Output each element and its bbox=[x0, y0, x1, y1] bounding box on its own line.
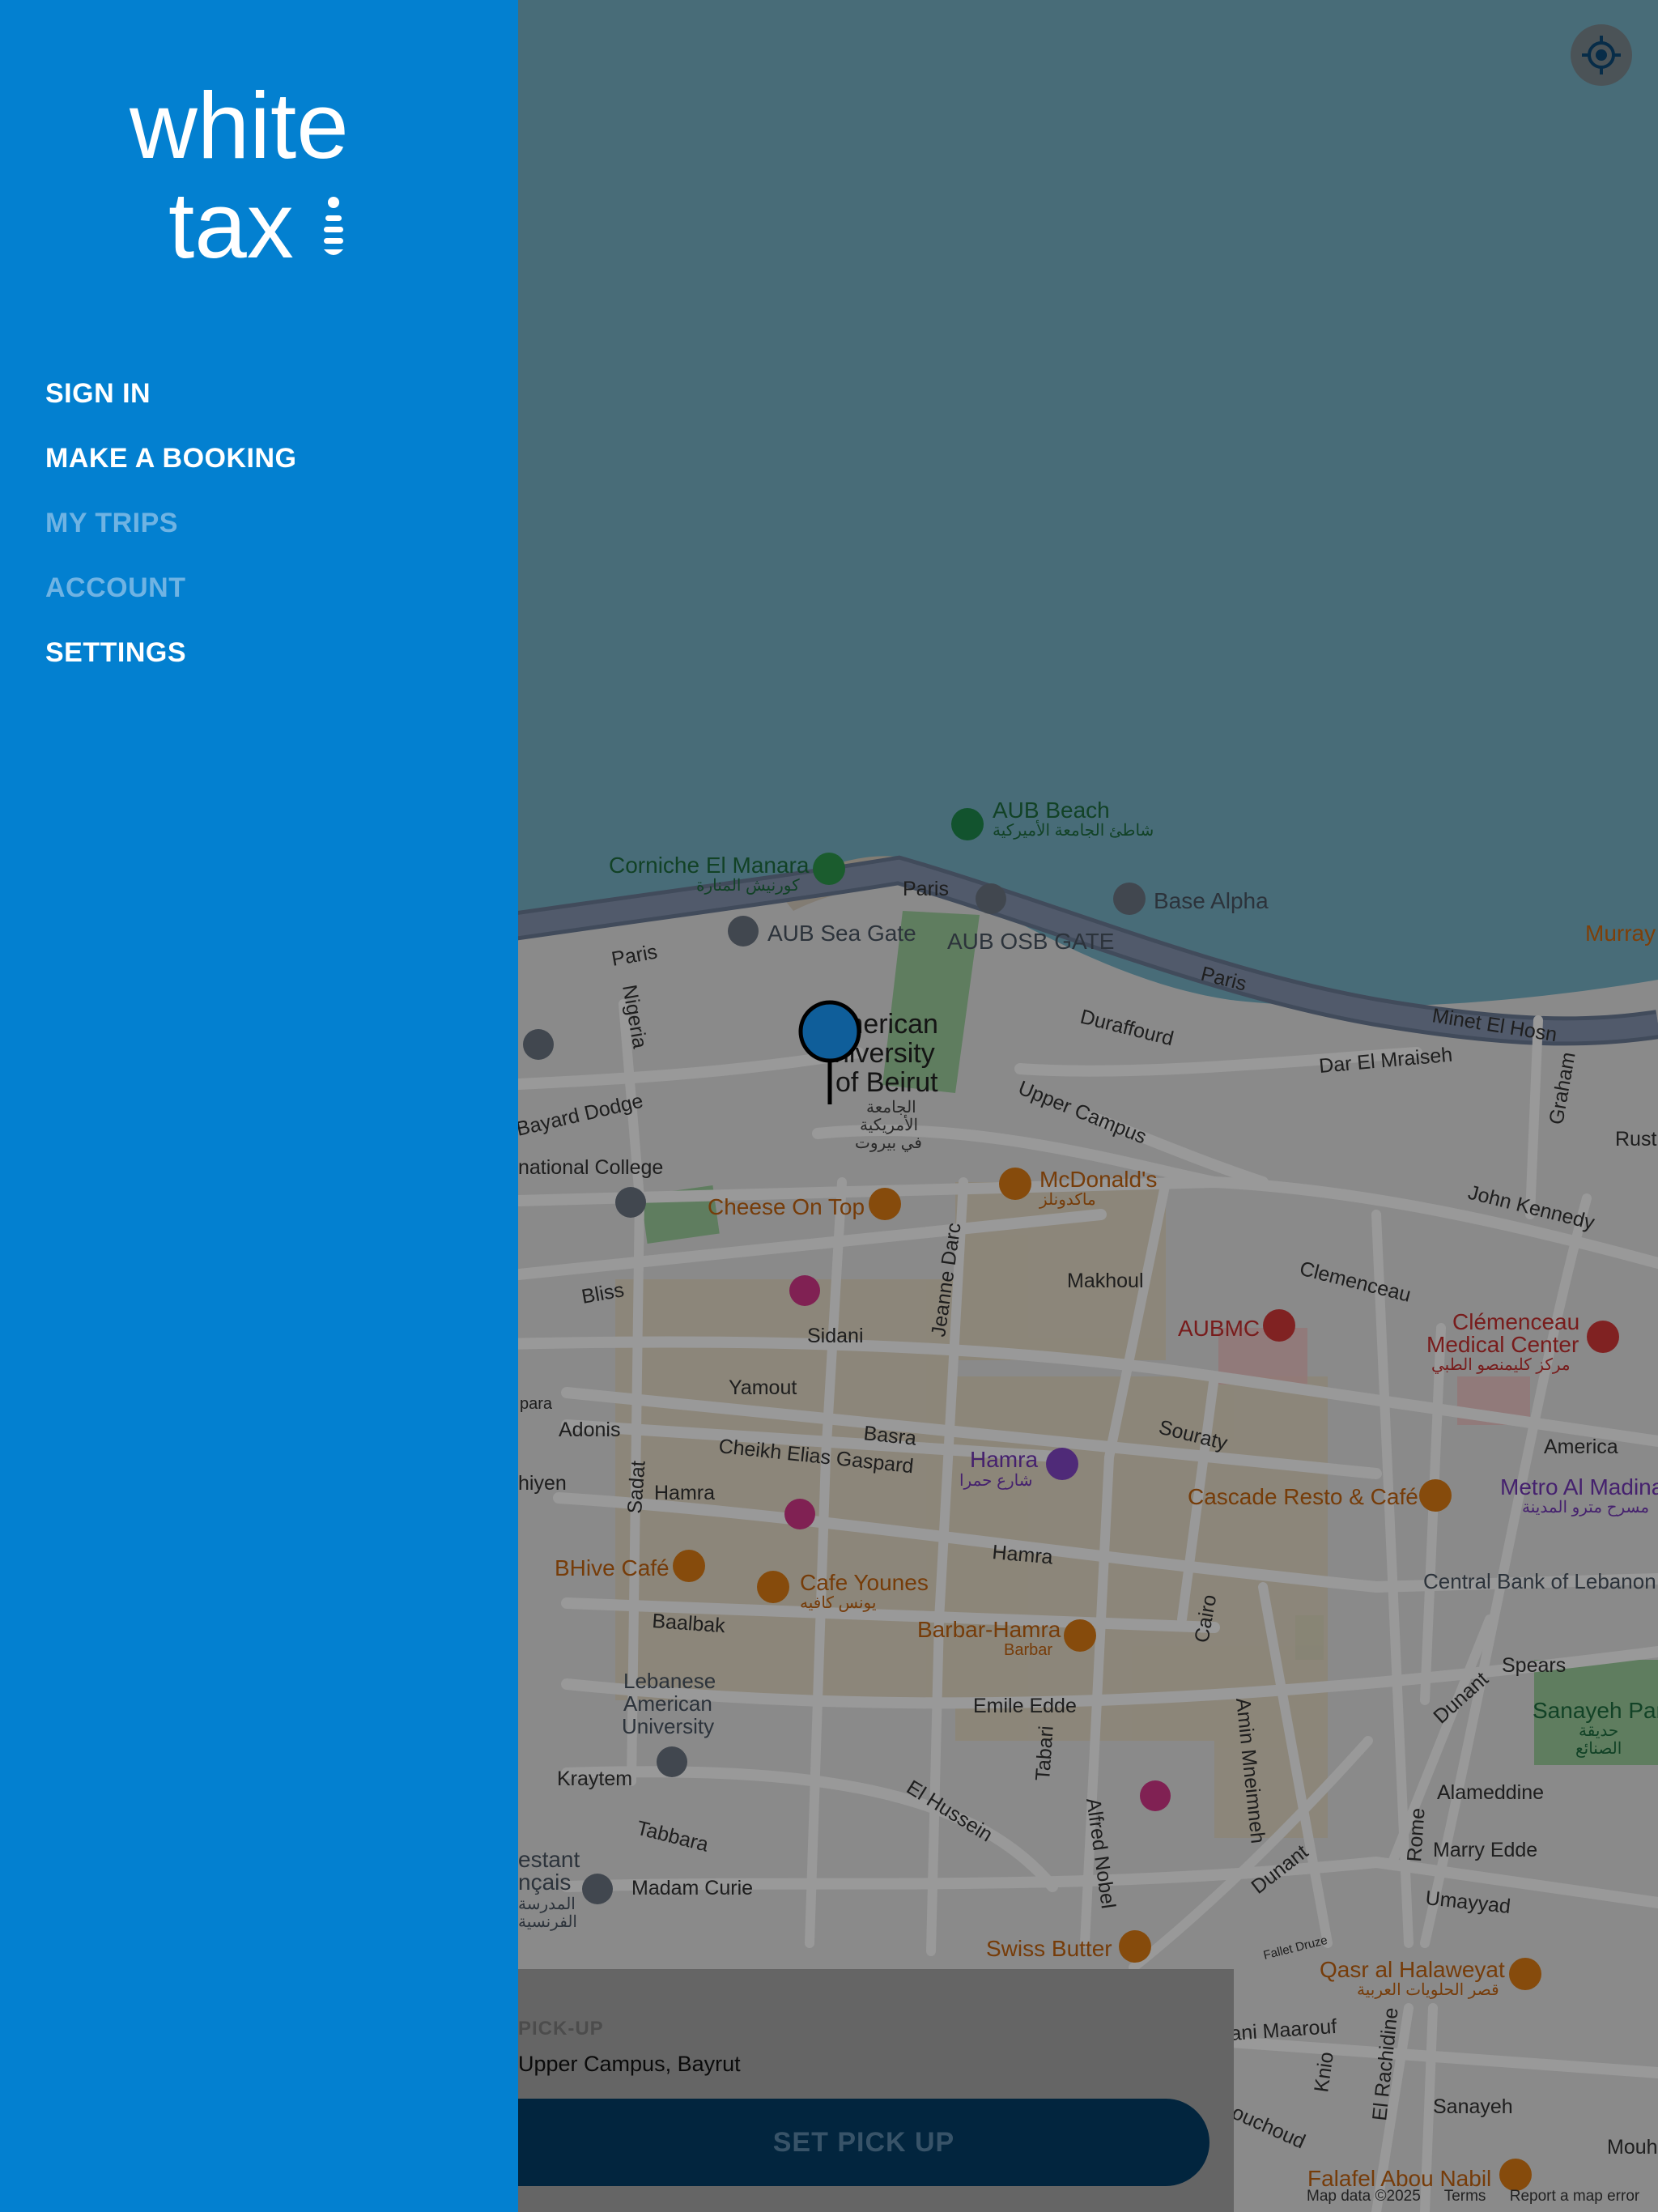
place-label: Cheese On Top bbox=[708, 1194, 865, 1219]
place-label: ماكدونلز bbox=[1039, 1191, 1096, 1209]
place-label: قصر الحلويات العربية bbox=[1357, 1981, 1499, 1999]
street-label: Sidani bbox=[807, 1325, 864, 1347]
place-label: University bbox=[622, 1714, 714, 1738]
logo-line-2: tax bbox=[168, 172, 294, 267]
place-label: Qasr al Halaweyat bbox=[1320, 1957, 1505, 1982]
place-label: Hamra bbox=[970, 1447, 1038, 1472]
place-label: Barbar bbox=[1004, 1641, 1052, 1659]
place-label: AUB Beach bbox=[993, 798, 1110, 823]
menu-item-sign-in[interactable]: SIGN IN bbox=[45, 372, 296, 437]
place-label: Clémenceau bbox=[1452, 1309, 1579, 1334]
place-label: Cafe Younes bbox=[800, 1570, 929, 1595]
place-label: nçais bbox=[518, 1870, 571, 1895]
menu-item-account: ACCOUNT bbox=[45, 572, 186, 603]
place-label: Medical Center bbox=[1426, 1332, 1579, 1357]
street-label: Alameddine bbox=[1437, 1781, 1544, 1804]
menu-item-my-trips: MY TRIPS bbox=[45, 508, 178, 538]
place-label: يونس كافيه bbox=[800, 1594, 876, 1612]
place-label: Corniche El Manara bbox=[609, 853, 810, 878]
place-label: في بيروت bbox=[855, 1134, 922, 1152]
pickup-address[interactable]: Upper Campus, Bayrut bbox=[518, 2052, 741, 2077]
street-label: Sanayeh bbox=[1433, 2095, 1513, 2118]
drawer-menu: SIGN IN MAKE A BOOKING MY TRIPS ACCOUNT … bbox=[45, 372, 296, 696]
place-label: Central Bank of Lebanon bbox=[1423, 1569, 1656, 1593]
street-label: Paris bbox=[903, 878, 949, 900]
logo-line-1: white bbox=[129, 81, 349, 178]
place-label: AUBMC bbox=[1178, 1316, 1260, 1341]
place-label: Cascade Resto & Café bbox=[1188, 1484, 1418, 1509]
street-label: Kraytem bbox=[557, 1767, 632, 1790]
street-label: Makhoul bbox=[1067, 1270, 1144, 1292]
street-label: Sadat bbox=[623, 1460, 649, 1514]
street-label: Hamra bbox=[654, 1482, 715, 1504]
place-label: شاطئ الجامعة الأميركية bbox=[993, 819, 1154, 840]
street-label: Madam Curie bbox=[631, 1877, 753, 1899]
place-label: المدرسة bbox=[518, 1895, 576, 1913]
place-label: Murray bbox=[1585, 921, 1656, 946]
my-location-button[interactable] bbox=[1571, 24, 1632, 86]
place-label: شارع حمرا bbox=[959, 1472, 1033, 1490]
place-label: Barbar-Hamra bbox=[917, 1617, 1061, 1642]
place-label: مركز كليمنصو الطبي bbox=[1431, 1356, 1571, 1374]
street-label: hiyen bbox=[518, 1472, 567, 1495]
navigation-drawer: white tax SIGN IN MAKE A BOOKING MY TRIP… bbox=[0, 0, 518, 2212]
street-label: America bbox=[1544, 1436, 1618, 1458]
set-pickup-button[interactable]: SET PICK UP bbox=[518, 2099, 1209, 2186]
place-label: BHive Café bbox=[555, 1555, 670, 1580]
street-label: Mouhi bbox=[1607, 2136, 1658, 2159]
place-label: Swiss Butter bbox=[986, 1936, 1112, 1961]
menu-item-settings[interactable]: SETTINGS bbox=[45, 632, 296, 696]
street-label: Rust bbox=[1615, 1128, 1656, 1151]
pickup-label: PICK-UP bbox=[518, 2018, 604, 2040]
street-label: Marry Edde bbox=[1433, 1839, 1537, 1861]
place-label: الأمريكية bbox=[860, 1114, 918, 1134]
map-attribution: Map data ©2025 Terms Report a map error bbox=[1307, 2188, 1658, 2206]
my-location-icon bbox=[1582, 36, 1621, 74]
place-label: AUB Sea Gate bbox=[767, 921, 916, 946]
report-error-link[interactable]: Report a map error bbox=[1510, 2188, 1640, 2205]
street-label: Adonis bbox=[559, 1419, 620, 1441]
street-label: Emile Edde bbox=[973, 1695, 1077, 1717]
place-label: Lebanese bbox=[623, 1669, 716, 1693]
place-label: AUB OSB GATE bbox=[947, 929, 1114, 954]
terms-link[interactable]: Terms bbox=[1444, 2188, 1486, 2205]
street-label: Yamout bbox=[729, 1376, 797, 1399]
place-label: حديقة bbox=[1579, 1722, 1618, 1740]
place-label: Sanayeh Par bbox=[1533, 1698, 1658, 1723]
place-label: McDonald's bbox=[1039, 1167, 1157, 1192]
street-label: Tabari bbox=[1031, 1725, 1058, 1782]
place-label: كورنيش المنارة bbox=[696, 877, 800, 895]
map-pin-icon bbox=[798, 1000, 861, 1104]
menu-item-make-a-booking[interactable]: MAKE A BOOKING bbox=[45, 437, 296, 502]
place-label: estant bbox=[518, 1847, 580, 1872]
map-data-text: Map data ©2025 bbox=[1307, 2188, 1421, 2205]
street-label: Rome bbox=[1403, 1807, 1430, 1862]
white-taxi-logo: white tax bbox=[129, 81, 349, 267]
place-label: الجامعة bbox=[866, 1099, 916, 1117]
street-label: national College bbox=[518, 1156, 663, 1179]
pickup-card: PICK-UP Upper Campus, Bayrut SET PICK UP bbox=[518, 1969, 1234, 2212]
place-label: Base Alpha bbox=[1154, 888, 1269, 913]
place-label: الصنائع bbox=[1575, 1740, 1622, 1758]
street-label: para bbox=[520, 1395, 553, 1413]
place-label: Metro Al Madina bbox=[1500, 1474, 1658, 1499]
place-label: American bbox=[623, 1691, 712, 1716]
place-label: مسرح مترو المدينة bbox=[1522, 1499, 1649, 1516]
place-label: الفرنسية bbox=[518, 1913, 577, 1931]
street-label: Spears bbox=[1502, 1654, 1566, 1677]
